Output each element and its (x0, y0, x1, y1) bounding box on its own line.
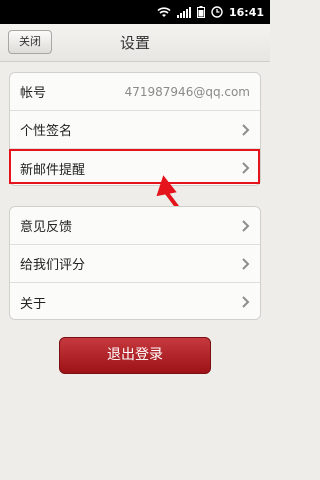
chevron-right-icon (242, 124, 250, 136)
about-row[interactable]: 关于 (10, 283, 260, 319)
rate-us-label: 给我们评分 (20, 258, 86, 273)
chevron-right-icon (242, 296, 250, 308)
page-title: 设置 (119, 34, 150, 52)
account-value: 471987946@qq.com (124, 84, 250, 99)
status-bar: 16:41 (0, 0, 270, 24)
account-label: 帐号 (20, 86, 47, 101)
settings-group-misc: 意见反馈 给我们评分 关于 (9, 206, 261, 320)
battery-icon (196, 6, 205, 18)
logout-button[interactable]: 退出登录 (59, 337, 211, 374)
wifi-icon (157, 6, 171, 18)
chevron-right-icon (242, 220, 250, 232)
signal-icon (176, 6, 191, 18)
account-row[interactable]: 帐号 471987946@qq.com (10, 73, 260, 111)
alarm-icon (211, 6, 223, 18)
chevron-right-icon (242, 258, 250, 270)
signature-label: 个性签名 (20, 124, 73, 139)
title-bar: 关闭 设置 (0, 24, 270, 62)
feedback-row[interactable]: 意见反馈 (10, 207, 260, 245)
highlight-box (9, 149, 260, 184)
about-label: 关于 (20, 296, 47, 312)
rate-us-row[interactable]: 给我们评分 (10, 245, 260, 283)
status-time: 16:41 (228, 5, 264, 19)
signature-row[interactable]: 个性签名 (10, 111, 260, 149)
feedback-label: 意见反馈 (20, 220, 73, 235)
